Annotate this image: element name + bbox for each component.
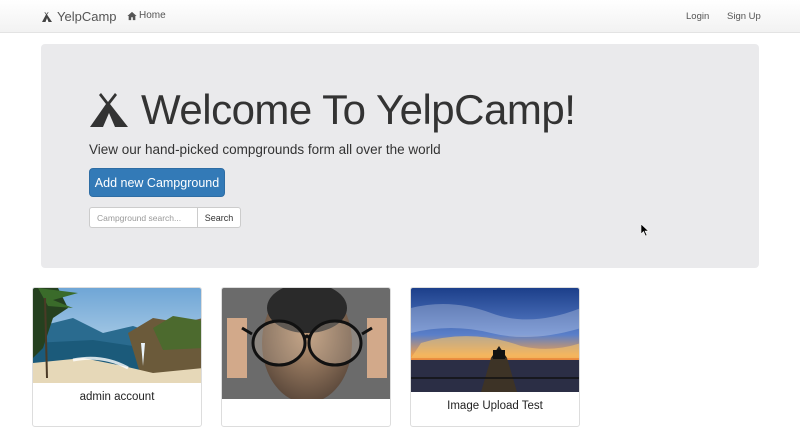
- tent-icon: [42, 11, 52, 22]
- campground-card[interactable]: admin account: [32, 287, 202, 427]
- campground-image[interactable]: [222, 288, 390, 399]
- add-campground-button[interactable]: Add new Campground: [89, 168, 225, 197]
- campground-card[interactable]: Image Upload Test: [410, 287, 580, 427]
- page-title: Welcome To YelpCamp!: [141, 86, 576, 133]
- nav-home-label: Home: [139, 10, 166, 21]
- navbar: YelpCamp Home Login Sign Up: [0, 0, 800, 33]
- brand-link[interactable]: YelpCamp: [41, 9, 117, 24]
- campground-title[interactable]: Image Upload Test: [411, 400, 579, 412]
- signup-link[interactable]: Sign Up: [727, 11, 761, 22]
- jumbotron: Welcome To YelpCamp! View our hand-picke…: [41, 44, 759, 268]
- campground-image[interactable]: [411, 288, 579, 392]
- home-icon: [127, 11, 137, 20]
- search-button[interactable]: Search: [197, 207, 241, 228]
- nav-home-link[interactable]: Home: [127, 10, 166, 21]
- campground-card[interactable]: [221, 287, 391, 427]
- login-link[interactable]: Login: [686, 11, 709, 22]
- search-input[interactable]: Campground search...: [89, 207, 197, 228]
- search-form: Campground search... Search: [89, 207, 241, 228]
- tent-icon: [90, 93, 128, 127]
- hero-subtitle: View our hand-picked compgrounds form al…: [89, 142, 441, 157]
- campground-image[interactable]: [33, 288, 201, 383]
- mouse-cursor-icon: [641, 224, 649, 236]
- campground-title[interactable]: admin account: [33, 391, 201, 403]
- brand-label: YelpCamp: [57, 9, 117, 24]
- hero-title: Welcome To YelpCamp!: [89, 86, 576, 134]
